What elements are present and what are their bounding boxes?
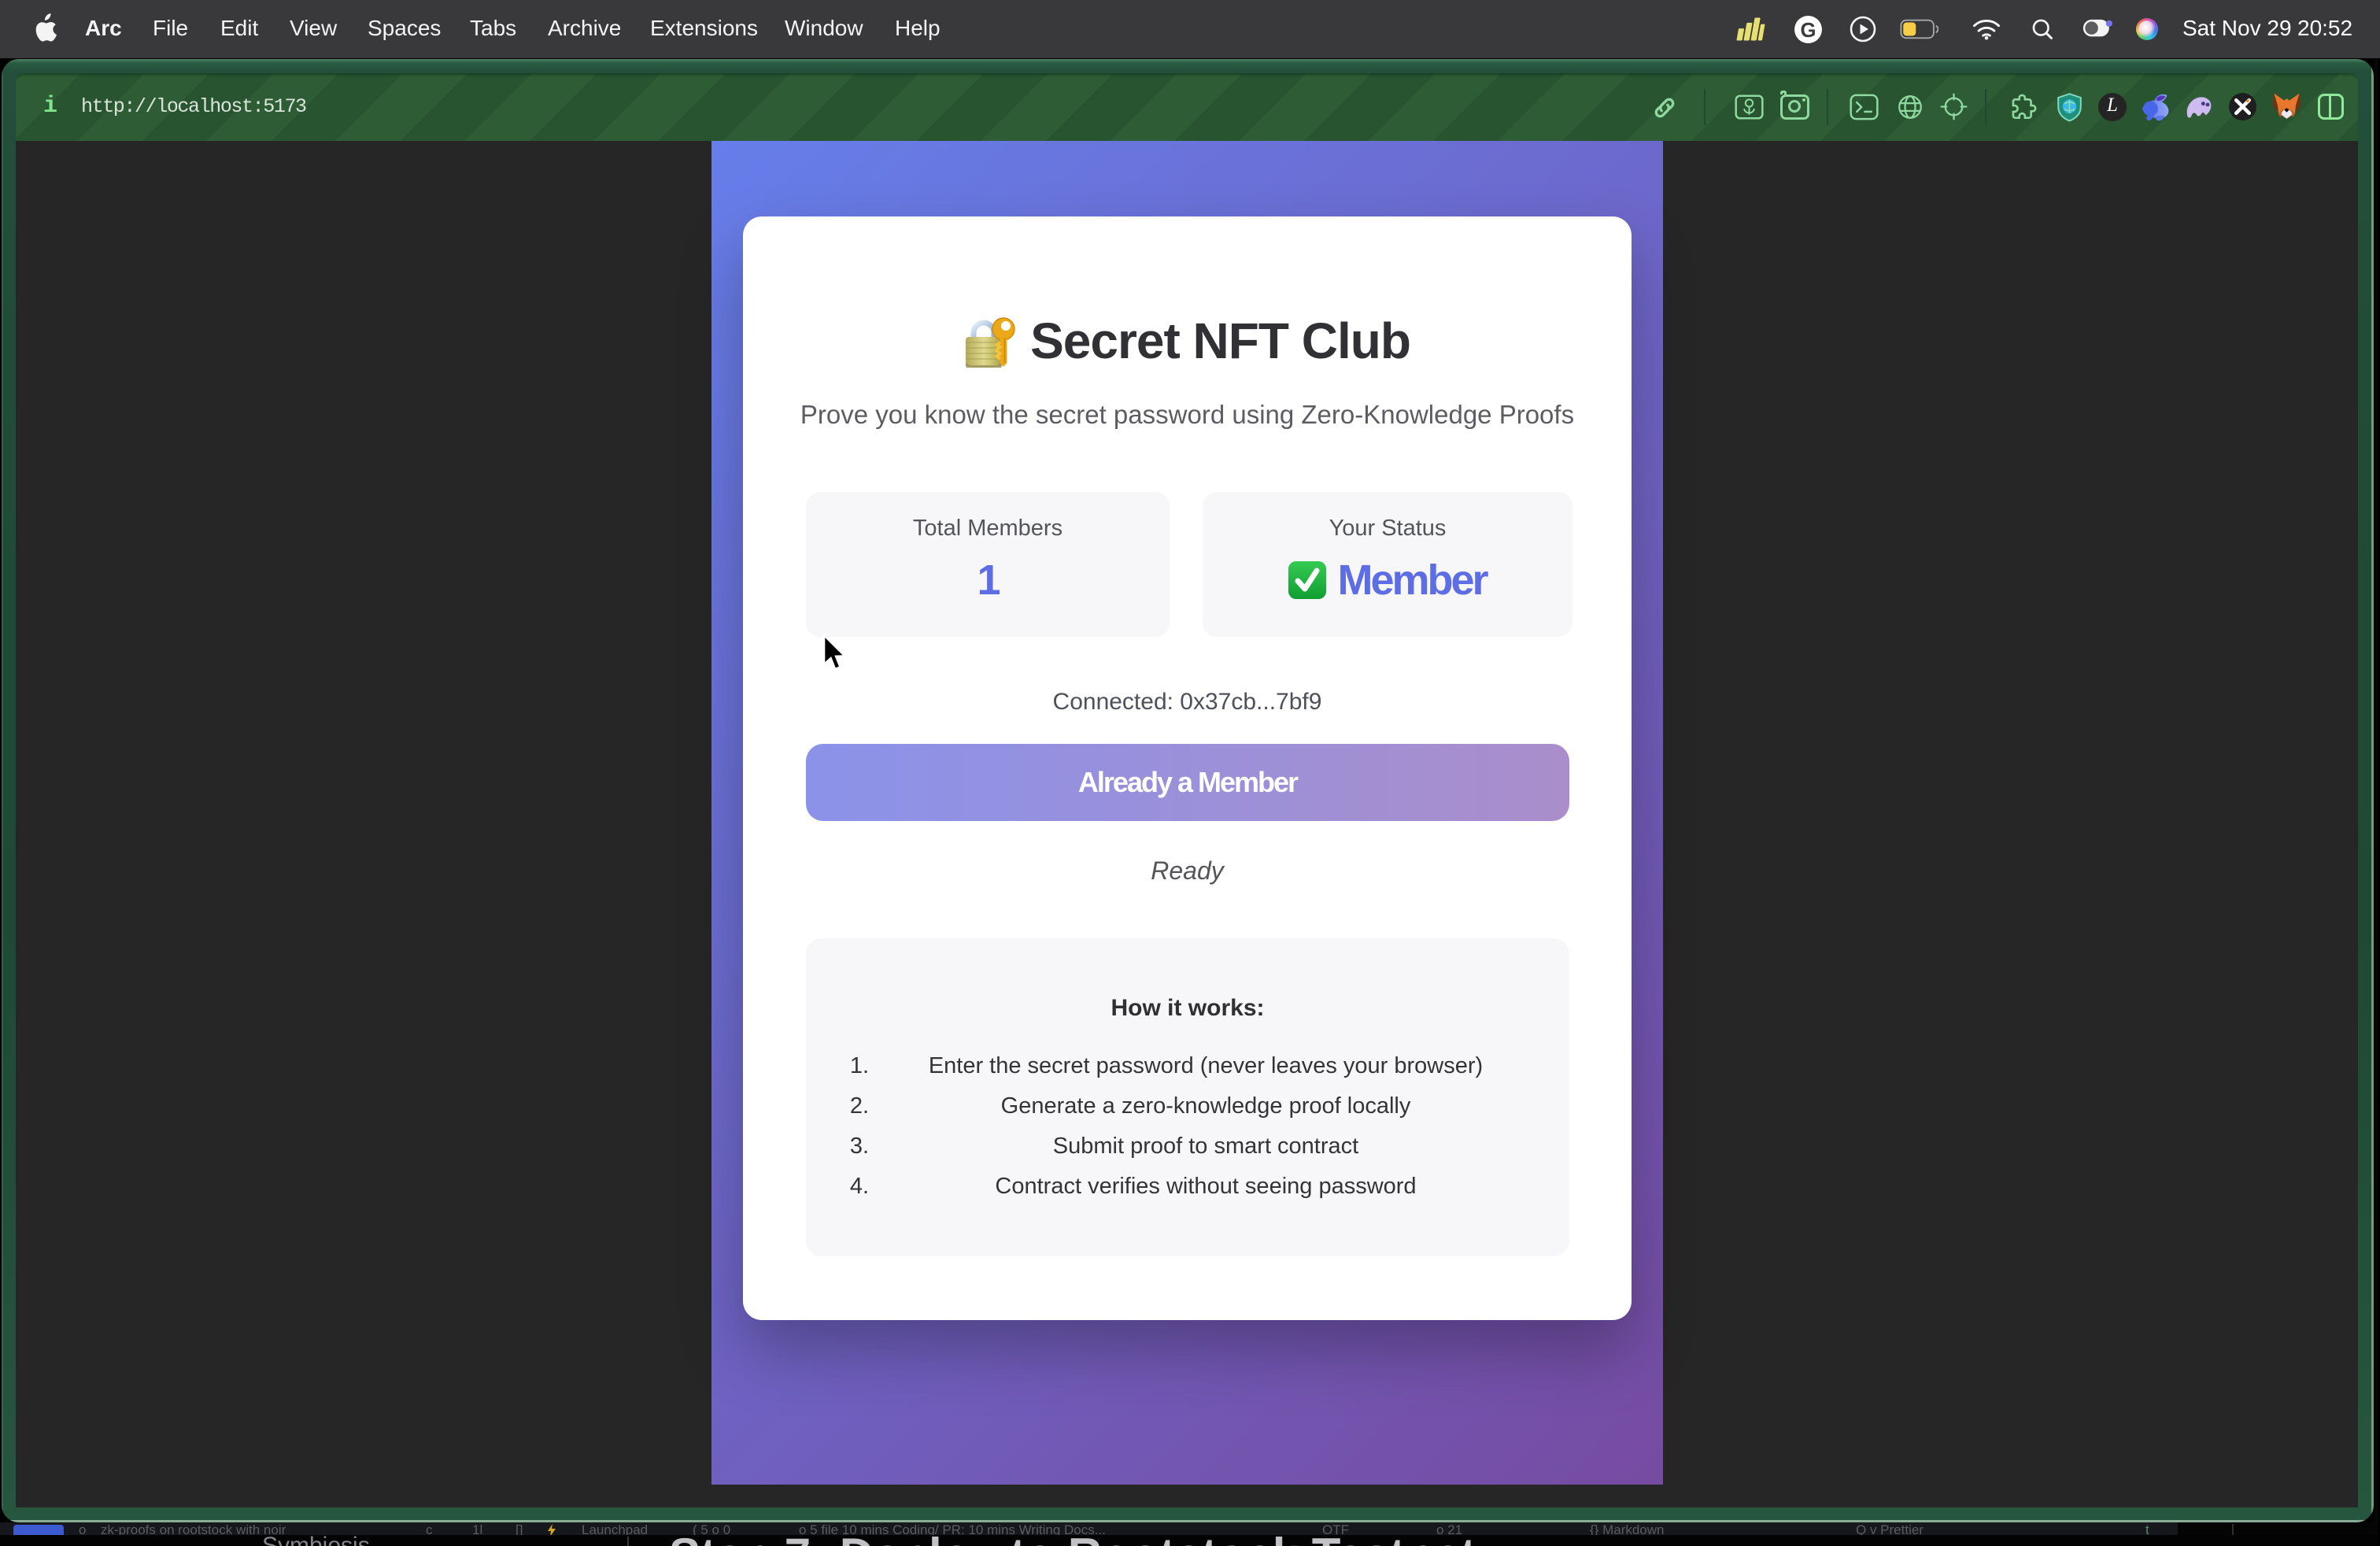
svg-text:G: G — [1801, 20, 1816, 42]
